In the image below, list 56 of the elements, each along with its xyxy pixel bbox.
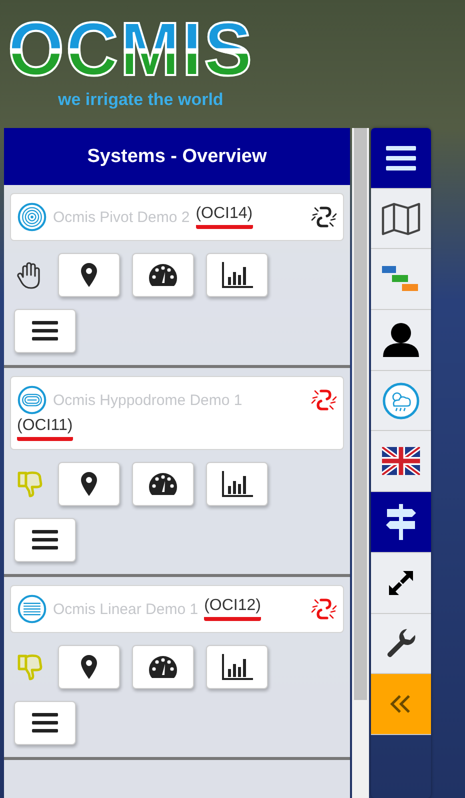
wrench-icon xyxy=(385,627,417,660)
system-name: Ocmis Hyppodrome Demo 1 xyxy=(53,392,242,408)
system-card[interactable]: Ocmis Linear Demo 1 (OCI12) xyxy=(10,585,344,633)
sidebar-button[interactable] xyxy=(371,128,431,189)
gauge-icon xyxy=(148,655,178,679)
gauge-icon xyxy=(148,263,178,287)
gauge-icon xyxy=(148,472,178,496)
dashboard-button[interactable] xyxy=(132,462,194,506)
signpost-icon xyxy=(384,504,418,540)
task-blocks-icon xyxy=(382,265,420,294)
menu-button[interactable] xyxy=(14,518,76,562)
chart-button[interactable] xyxy=(206,253,268,297)
system-name: Ocmis Linear Demo 1 xyxy=(53,600,198,618)
uk-flag-icon xyxy=(382,447,420,476)
linear-icon xyxy=(17,594,47,624)
system-name: Ocmis Pivot Demo 2 xyxy=(53,208,190,226)
system-code: (OCI14) xyxy=(196,205,253,229)
map-pin-icon xyxy=(81,472,97,496)
map-icon xyxy=(381,202,421,236)
location-button[interactable] xyxy=(58,645,120,689)
menu-icon xyxy=(32,713,58,733)
sidebar-button[interactable] xyxy=(371,431,431,492)
thumbs-down-icon xyxy=(16,469,44,499)
location-button[interactable] xyxy=(58,462,120,506)
dashboard-button[interactable] xyxy=(132,253,194,297)
system-code: (OCI11) xyxy=(17,417,73,441)
sidebar-button[interactable] xyxy=(371,552,431,614)
pivot-icon xyxy=(17,202,47,232)
location-button[interactable] xyxy=(58,253,120,297)
map-pin-icon xyxy=(81,655,97,679)
map-pin-icon xyxy=(81,263,97,287)
weather-icon xyxy=(382,382,420,420)
double-chevron-left-icon xyxy=(390,694,412,714)
menu-icon xyxy=(32,530,58,550)
user-icon xyxy=(382,322,420,358)
sidebar-button[interactable] xyxy=(371,492,431,553)
menu-button[interactable] xyxy=(14,309,76,353)
menu-button[interactable] xyxy=(14,701,76,745)
bar-chart-icon xyxy=(221,262,253,288)
chart-button[interactable] xyxy=(206,462,268,506)
thumbs-down-icon xyxy=(16,652,44,682)
hippodrome-icon xyxy=(17,385,47,415)
panel-title: Systems - Overview xyxy=(4,128,350,185)
system-card[interactable]: Ocmis Hyppodrome Demo 1 (OCI11) xyxy=(10,376,344,450)
dashboard-button[interactable] xyxy=(132,645,194,689)
sidebar-button[interactable] xyxy=(371,310,431,371)
sidebar-button[interactable] xyxy=(371,188,431,250)
system-card[interactable]: Ocmis Pivot Demo 2 (OCI14) xyxy=(10,193,344,241)
bar-chart-icon xyxy=(221,654,253,680)
scrollbar-thumb[interactable] xyxy=(354,128,367,700)
system-code: (OCI12) xyxy=(204,597,261,621)
sidebar-button[interactable] xyxy=(371,614,431,674)
menu-icon xyxy=(386,144,416,171)
chart-button[interactable] xyxy=(206,645,268,689)
bar-chart-icon xyxy=(221,471,253,497)
menu-icon xyxy=(32,321,58,341)
